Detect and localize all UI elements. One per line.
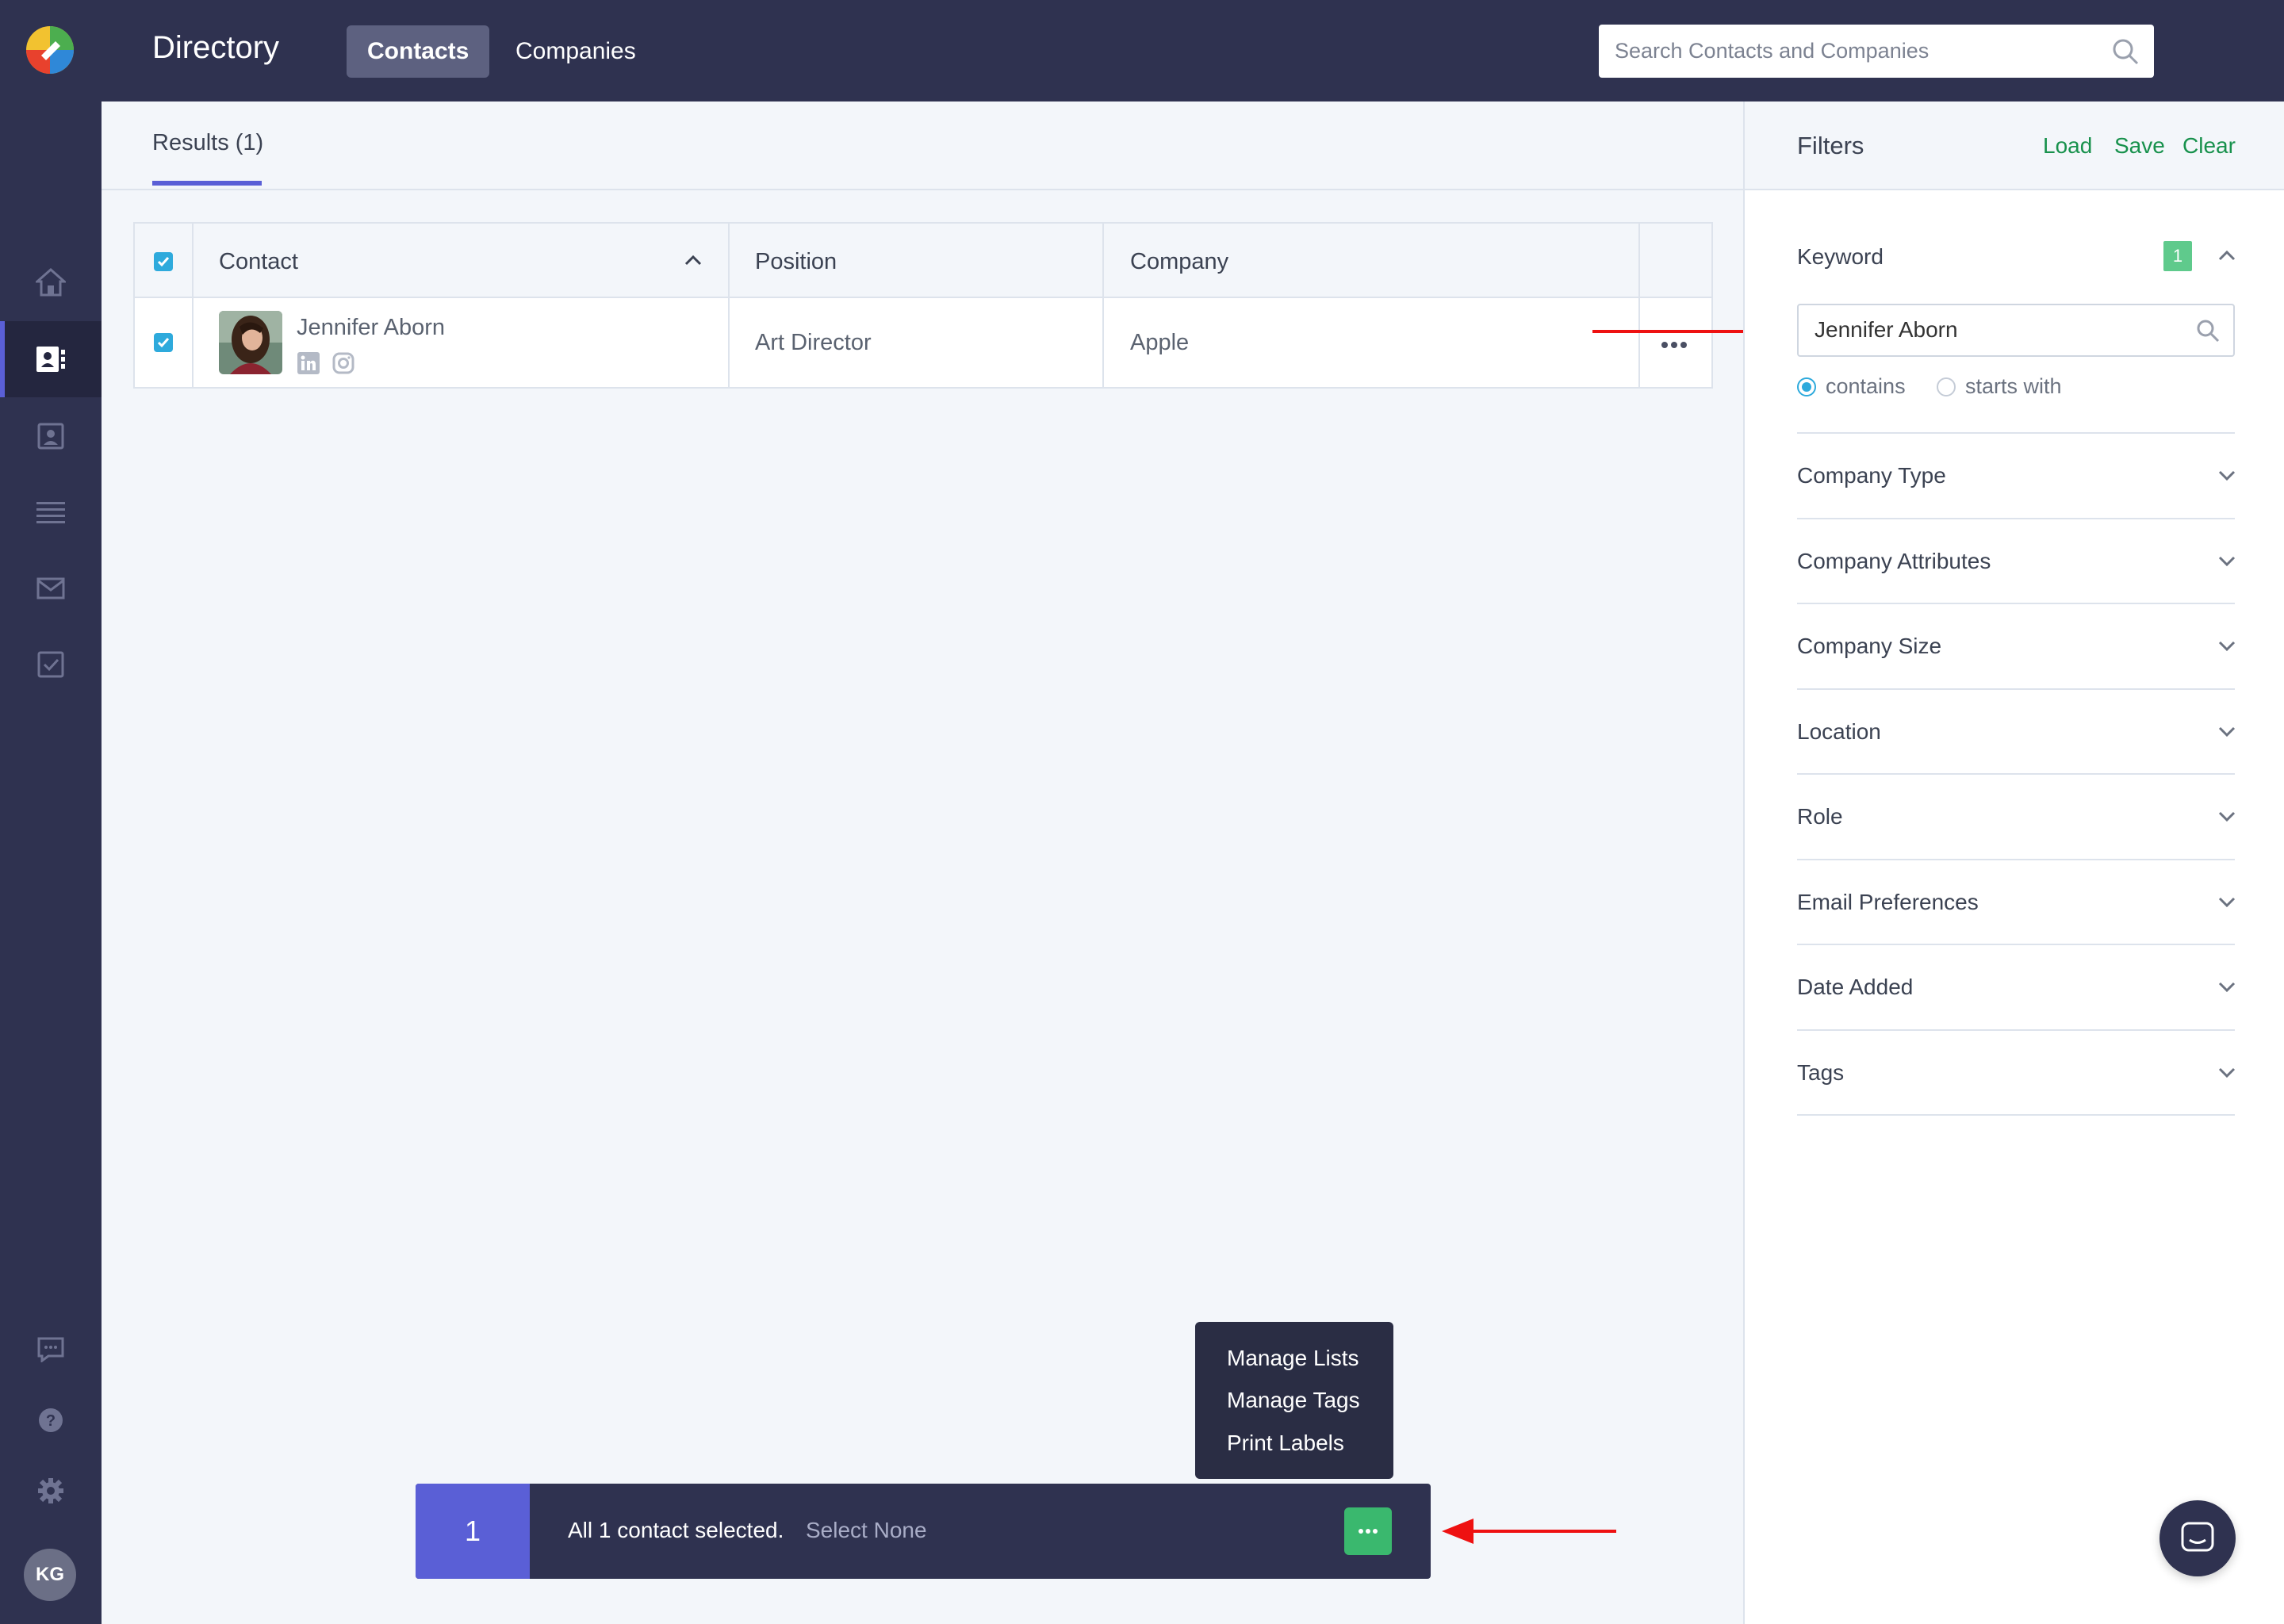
- filters-header: Filters Load Save Clear: [1745, 102, 2284, 190]
- instagram-icon[interactable]: [332, 352, 354, 374]
- divider: [1797, 688, 2235, 690]
- filters-title: Filters: [1797, 132, 1864, 159]
- chevron-down-icon[interactable]: [2217, 726, 2236, 738]
- filter-date-added[interactable]: Date Added: [1797, 975, 1913, 1000]
- user-avatar[interactable]: KG: [24, 1549, 76, 1601]
- home-icon[interactable]: [30, 262, 71, 303]
- filter-company-type[interactable]: Company Type: [1797, 463, 1946, 488]
- search-icon[interactable]: [2111, 37, 2140, 66]
- divider: [1797, 432, 2235, 434]
- bulk-actions-menu: Manage Lists Manage Tags Print Labels: [1195, 1322, 1393, 1479]
- svg-text:?: ?: [46, 1412, 56, 1430]
- keyword-field: [1797, 304, 2235, 357]
- contact-photo: [219, 311, 282, 374]
- annotation-arrow-left: [1442, 1519, 1616, 1544]
- select-all-checkbox[interactable]: [154, 252, 173, 271]
- list-icon[interactable]: [30, 492, 71, 533]
- select-none-link[interactable]: Select None: [806, 1518, 927, 1543]
- table-header-row: [135, 224, 1711, 298]
- linkedin-icon[interactable]: [297, 352, 320, 374]
- check-icon: [157, 257, 170, 267]
- filter-company-size[interactable]: Company Size: [1797, 634, 1941, 659]
- selection-bar: 1 All 1 contact selected. Select None: [416, 1484, 1431, 1579]
- save-filters-button[interactable]: Save: [2114, 133, 2165, 159]
- sidebar: ? KG: [0, 0, 102, 1624]
- results-header: Results (1): [102, 102, 1743, 190]
- row-checkbox[interactable]: [154, 333, 173, 352]
- divider: [1797, 1114, 2235, 1116]
- sort-ascending-icon[interactable]: [684, 254, 703, 266]
- contacts-table: Contact Position Company Jennifer Aborn …: [133, 222, 1713, 389]
- search-input[interactable]: [1599, 25, 2090, 78]
- contains-label: contains: [1826, 374, 1906, 398]
- load-filters-button[interactable]: Load: [2043, 133, 2092, 159]
- divider: [1797, 603, 2235, 604]
- chevron-down-icon[interactable]: [2217, 896, 2236, 909]
- search-icon[interactable]: [2195, 318, 2221, 343]
- chevron-down-icon[interactable]: [2217, 555, 2236, 568]
- mail-icon[interactable]: [30, 568, 71, 609]
- chevron-up-icon[interactable]: [2217, 249, 2236, 262]
- global-search: [1599, 25, 2154, 78]
- selected-count: 1: [416, 1484, 530, 1579]
- column-header-company[interactable]: Company: [1130, 249, 1228, 275]
- chat-icon: [2181, 1522, 2214, 1552]
- check-icon: [157, 338, 170, 348]
- contact-company[interactable]: Apple: [1130, 330, 1189, 356]
- column-divider: [1638, 224, 1640, 387]
- clear-filters-button[interactable]: Clear: [2182, 133, 2236, 159]
- tab-results[interactable]: Results (1): [152, 130, 263, 156]
- contact-position: Art Director: [755, 330, 872, 355]
- divider: [1797, 773, 2235, 775]
- page-title: Directory: [152, 30, 280, 65]
- filter-tags[interactable]: Tags: [1797, 1060, 1844, 1086]
- bulk-actions-button[interactable]: [1344, 1507, 1392, 1555]
- contact-name[interactable]: Jennifer Aborn: [297, 315, 445, 341]
- divider: [1797, 518, 2235, 519]
- filter-keyword-label[interactable]: Keyword: [1797, 244, 1884, 270]
- feedback-icon[interactable]: [30, 1329, 71, 1370]
- chevron-down-icon[interactable]: [2217, 469, 2236, 482]
- chevron-down-icon[interactable]: [2217, 640, 2236, 653]
- keyword-count-badge: 1: [2163, 241, 2192, 271]
- chevron-down-icon[interactable]: [2217, 981, 2236, 994]
- column-header-position[interactable]: Position: [755, 249, 837, 275]
- filter-location[interactable]: Location: [1797, 719, 1881, 745]
- results-tab-underline: [152, 181, 262, 186]
- menu-item-manage-lists[interactable]: Manage Lists: [1227, 1346, 1359, 1371]
- column-divider: [192, 224, 194, 387]
- filter-email-preferences[interactable]: Email Preferences: [1797, 890, 1979, 915]
- chevron-down-icon[interactable]: [2217, 810, 2236, 823]
- filter-company-attributes[interactable]: Company Attributes: [1797, 549, 1991, 574]
- menu-item-manage-tags[interactable]: Manage Tags: [1227, 1388, 1360, 1413]
- starts-with-label: starts with: [1965, 374, 2062, 398]
- chevron-down-icon[interactable]: [2217, 1067, 2236, 1079]
- app-logo[interactable]: [24, 24, 76, 76]
- filter-role[interactable]: Role: [1797, 804, 1843, 829]
- selection-summary: All 1 contact selected.: [568, 1518, 784, 1542]
- tab-contacts[interactable]: Contacts: [347, 25, 490, 78]
- divider: [1797, 859, 2235, 860]
- companies-icon[interactable]: [30, 416, 71, 457]
- starts-with-radio[interactable]: [1937, 377, 1956, 396]
- contains-radio[interactable]: [1797, 377, 1816, 396]
- divider: [1797, 944, 2235, 945]
- tab-companies[interactable]: Companies: [495, 25, 657, 78]
- contacts-icon[interactable]: [30, 339, 71, 380]
- settings-icon[interactable]: [30, 1470, 71, 1511]
- column-divider: [728, 224, 730, 387]
- keyword-input[interactable]: [1799, 305, 2179, 354]
- tasks-icon[interactable]: [30, 644, 71, 685]
- top-bar: Directory Contacts Companies: [102, 0, 2284, 102]
- column-divider: [1102, 224, 1104, 387]
- menu-item-print-labels[interactable]: Print Labels: [1227, 1431, 1344, 1456]
- divider: [1797, 1029, 2235, 1031]
- more-icon: [1359, 1529, 1378, 1534]
- help-icon[interactable]: ?: [30, 1400, 71, 1441]
- filters-panel: Filters Load Save Clear Keyword 1 contai…: [1743, 102, 2284, 1624]
- chat-launcher-button[interactable]: [2159, 1500, 2236, 1576]
- column-header-contact[interactable]: Contact: [219, 249, 298, 275]
